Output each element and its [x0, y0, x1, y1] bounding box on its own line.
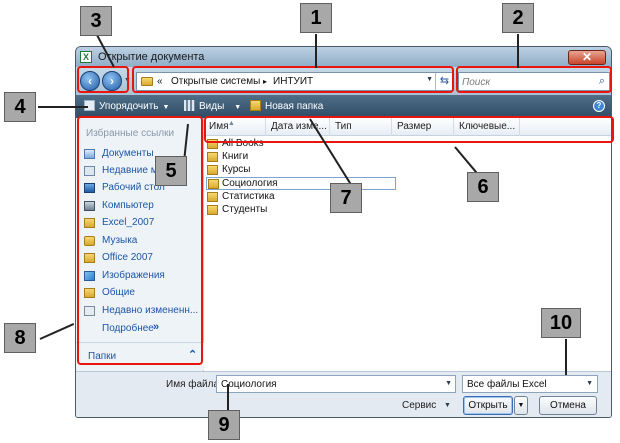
callout-leader	[227, 384, 229, 412]
open-options-chevron-down-icon[interactable]: ▼	[514, 396, 528, 415]
new-folder-icon	[250, 100, 261, 111]
callout-leader	[517, 34, 519, 68]
callout-highlight-nav-buttons	[77, 66, 129, 93]
file-name: Статистика	[222, 191, 275, 202]
chevron-down-icon: ▼	[234, 104, 242, 111]
folder-icon	[207, 165, 218, 175]
callout-leader	[39, 323, 75, 340]
callout-leader	[565, 339, 567, 375]
new-folder-label: Новая папка	[265, 101, 324, 112]
help-icon[interactable]: ?	[593, 100, 605, 112]
callout-number: 8	[4, 323, 36, 353]
folder-icon	[208, 179, 219, 189]
views-button[interactable]: Виды ▼	[184, 100, 241, 112]
list-item-selected[interactable]: Социология	[206, 177, 396, 190]
filename-label: Имя файла:	[166, 379, 222, 390]
file-name: Студенты	[222, 204, 268, 215]
tools-menu[interactable]: Сервис	[402, 400, 436, 411]
file-name: Книги	[222, 151, 249, 162]
views-icon	[184, 100, 195, 111]
window-title: Открытие документа	[98, 51, 205, 63]
folder-icon	[207, 205, 218, 215]
callout-highlight-search-box	[456, 66, 612, 93]
callout-number: 2	[502, 3, 534, 33]
organize-button[interactable]: Упорядочить ▼	[84, 100, 169, 112]
filename-field[interactable]: Социология ▼	[216, 375, 456, 393]
dialog-footer: Имя файла: Социология ▼ Все файлы Excel …	[76, 371, 611, 417]
title-bar[interactable]: X Открытие документа ✕	[76, 47, 611, 67]
callout-number: 5	[155, 156, 187, 186]
callout-number: 3	[80, 6, 112, 36]
open-button[interactable]: Открыть	[463, 396, 513, 415]
excel-app-icon: X	[80, 51, 92, 63]
chevron-down-icon[interactable]: ▼	[445, 380, 452, 387]
folder-icon	[207, 152, 218, 162]
callout-number: 7	[330, 183, 362, 213]
callout-highlight-column-headers	[204, 116, 614, 143]
command-toolbar: Упорядочить ▼ Виды ▼ Новая папка ?	[76, 95, 611, 118]
filetype-select[interactable]: Все файлы Excel ▼	[462, 375, 598, 393]
callout-number: 1	[300, 3, 332, 33]
callout-number: 6	[467, 172, 499, 202]
folder-icon	[207, 192, 218, 202]
callout-number: 10	[541, 308, 581, 338]
callout-leader	[38, 106, 88, 108]
new-folder-button[interactable]: Новая папка	[250, 100, 323, 112]
callout-number: 4	[4, 92, 36, 122]
chevron-down-icon[interactable]: ▼	[586, 380, 593, 387]
filename-value: Социология	[221, 379, 277, 390]
filetype-value: Все файлы Excel	[467, 379, 547, 390]
cancel-button[interactable]: Отмена	[539, 396, 597, 415]
file-name: Курсы	[222, 164, 251, 175]
organize-label: Упорядочить	[99, 101, 159, 112]
chevron-down-icon[interactable]: ▼	[444, 402, 451, 409]
callout-leader	[315, 34, 317, 68]
chevron-down-icon: ▼	[162, 104, 170, 111]
file-name: Социология	[222, 178, 278, 189]
views-label: Виды	[199, 101, 225, 112]
close-button[interactable]: ✕	[568, 50, 606, 65]
callout-highlight-address-bar	[132, 66, 454, 93]
callout-number: 9	[208, 410, 240, 440]
